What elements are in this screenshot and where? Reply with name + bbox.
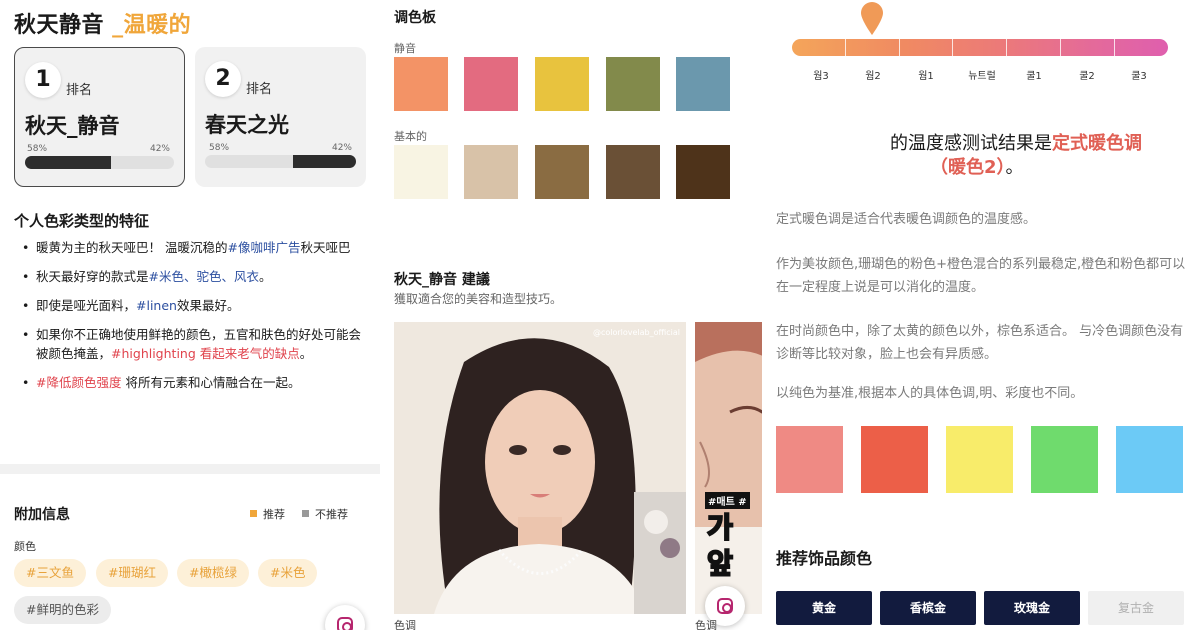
palette-title: 调色板	[394, 10, 436, 26]
mute-label: 静音	[394, 42, 416, 55]
style-photo-2[interactable]: #매트 # 가 앞	[695, 322, 762, 614]
left-panel: 秋天静音 _温暖的 1 排名 秋天_静音 58% 42% 2 排名 春天之光 5…	[0, 0, 380, 630]
hashtag-link[interactable]: #米色、驼色、风衣	[149, 269, 259, 284]
feature-item: #降低颜色强度 将所有元素和心情融合在一起。	[22, 373, 362, 392]
match-bar	[205, 155, 356, 168]
accessory-title: 推荐饰品颜色	[776, 549, 873, 568]
accessory-champagne-gold-button[interactable]: 香槟金	[880, 591, 976, 625]
color-label: 颜色	[14, 540, 36, 553]
description-paragraph: 在时尚颜色中，除了太黄的颜色以外，棕色系适合。 与冷色调颜色没有诊断等比较对象，…	[776, 324, 1184, 362]
tag-salmon[interactable]: #三文鱼	[14, 559, 86, 587]
result-highlight: 定式暖色调	[1052, 133, 1142, 154]
right-panel: 웜3 웜2 웜1 뉴트럴 쿨1 쿨2 쿨3 的温度感测试结果是定式暖色调 （暖色…	[762, 0, 1200, 630]
pct-right: 42%	[149, 144, 170, 154]
temperature-swatch	[1116, 426, 1183, 493]
result-line: 的温度感测试结果是定式暖色调	[890, 133, 1142, 154]
pct-left: 58%	[209, 143, 230, 153]
match-bar	[25, 156, 174, 169]
instagram-button[interactable]	[325, 605, 365, 630]
rank-card-1[interactable]: 1 排名 秋天_静音 58% 42%	[14, 47, 185, 187]
temperature-scale	[792, 39, 1168, 56]
base-swatch	[394, 145, 448, 199]
rank-number: 1	[25, 62, 61, 98]
match-bar-fill	[292, 155, 356, 168]
hashtag-link[interactable]: #降低颜色强度	[36, 375, 121, 390]
feature-item: 秋天最好穿的款式是#米色、驼色、风衣。	[22, 267, 362, 286]
rank-name: 春天之光	[205, 113, 289, 137]
features-title: 个人色彩类型的特征	[14, 212, 150, 230]
base-swatch	[676, 145, 730, 199]
legend-square-icon	[302, 510, 309, 517]
hashtag-link[interactable]: #highlighting 看起来老气的缺点	[111, 346, 300, 361]
rank-label: 排名	[66, 83, 93, 98]
mute-swatch	[606, 57, 660, 111]
temperature-swatch	[861, 426, 928, 493]
result-paren: （暖色2）	[930, 157, 1006, 178]
photo-caption-1: 色调	[394, 619, 416, 630]
rank-number: 2	[205, 61, 241, 97]
tag-olive[interactable]: #橄榄绿	[177, 559, 249, 587]
hashtag-link[interactable]: #像咖啡广告	[227, 240, 300, 255]
description-paragraph: 作为美妆颜色,珊瑚色的粉色+橙色混合的系列最稳定,橙色和粉色都可以在一定程度上说…	[776, 257, 1186, 295]
rank-label: 排名	[246, 82, 273, 97]
temperature-swatch	[1031, 426, 1098, 493]
match-bar-fill	[25, 156, 112, 169]
photo-watermark: @colorlovelab_official	[592, 328, 680, 337]
scale-label: 뉴트럴	[968, 71, 996, 82]
tag-coral[interactable]: #珊瑚红	[96, 559, 168, 587]
rank-name: 秋天_静音	[25, 114, 120, 138]
page-title: 秋天静音 _温暖的	[14, 7, 191, 39]
hashtag-link[interactable]: #linen	[136, 298, 177, 313]
base-label: 基本的	[394, 130, 427, 143]
accessory-rose-gold-button[interactable]: 玫瑰金	[984, 591, 1080, 625]
base-swatch	[464, 145, 518, 199]
recommendation-title: 秋天_静音 建議	[394, 272, 490, 288]
extra-info-title: 附加信息	[14, 507, 70, 523]
middle-panel: 调色板 静音 基本的 秋天_静音 建議 獲取適合您的美容和造型技巧。 @colo…	[380, 0, 762, 630]
base-swatch	[606, 145, 660, 199]
description-paragraph: 定式暖色调是适合代表暖色调颜色的温度感。	[776, 212, 1037, 227]
result-line-2: （暖色2）。	[930, 157, 1024, 178]
temperature-swatch	[946, 426, 1013, 493]
scale-label: 웜2	[865, 71, 881, 82]
accessory-gold-button[interactable]: 黄金	[776, 591, 872, 625]
pct-right: 42%	[331, 143, 352, 153]
scale-label: 쿨2	[1079, 71, 1095, 82]
recommendation-subtitle: 獲取適合您的美容和造型技巧。	[394, 292, 563, 306]
feature-item: 暖黄为主的秋天哑巴！ 温暖沉稳的#像咖啡广告秋天哑巴	[22, 238, 362, 257]
section-divider	[0, 464, 380, 474]
temperature-swatch	[776, 426, 843, 493]
instagram-icon	[337, 617, 353, 630]
scale-label: 쿨3	[1131, 71, 1147, 82]
map-pin-icon	[861, 2, 883, 35]
legend-square-icon	[250, 510, 257, 517]
title-accent: _温暖的	[112, 13, 192, 38]
scale-label: 웜1	[918, 71, 934, 82]
accessory-vintage-gold-button[interactable]: 复古金	[1088, 591, 1184, 625]
instagram-icon	[717, 598, 733, 614]
style-photo-1[interactable]: @colorlovelab_official	[394, 322, 686, 614]
photo-overlay-text: 가 앞	[706, 510, 734, 581]
tag-beige[interactable]: #米色	[258, 559, 318, 587]
scale-label: 웜3	[813, 71, 829, 82]
portrait-illustration	[394, 322, 686, 614]
feature-item: 即使是哑光面料，#linen效果最好。	[22, 296, 362, 315]
mute-swatch	[394, 57, 448, 111]
legend-recommended: 推荐	[250, 506, 285, 522]
scale-label: 쿨1	[1026, 71, 1042, 82]
legend-not-recommended: 不推荐	[302, 506, 348, 522]
base-swatch	[535, 145, 589, 199]
title-main: 秋天静音	[14, 13, 113, 38]
mute-swatch	[464, 57, 518, 111]
tag-vivid[interactable]: #鲜明的色彩	[14, 596, 111, 624]
photo-badge: #매트 #	[705, 492, 750, 509]
rank-card-2[interactable]: 2 排名 春天之光 58% 42%	[195, 47, 366, 187]
features-list: 暖黄为主的秋天哑巴！ 温暖沉稳的#像咖啡广告秋天哑巴 秋天最好穿的款式是#米色、…	[22, 238, 362, 402]
mute-swatch	[676, 57, 730, 111]
feature-item: 如果你不正确地使用鲜艳的颜色，五官和肤色的好处可能会被颜色掩盖，#highlig…	[22, 325, 362, 363]
photo-caption-2: 色调	[695, 619, 717, 630]
mute-swatch	[535, 57, 589, 111]
description-paragraph: 以纯色为基准,根据本人的具体色调,明、彩度也不同。	[776, 386, 1084, 401]
pct-left: 58%	[27, 144, 48, 154]
